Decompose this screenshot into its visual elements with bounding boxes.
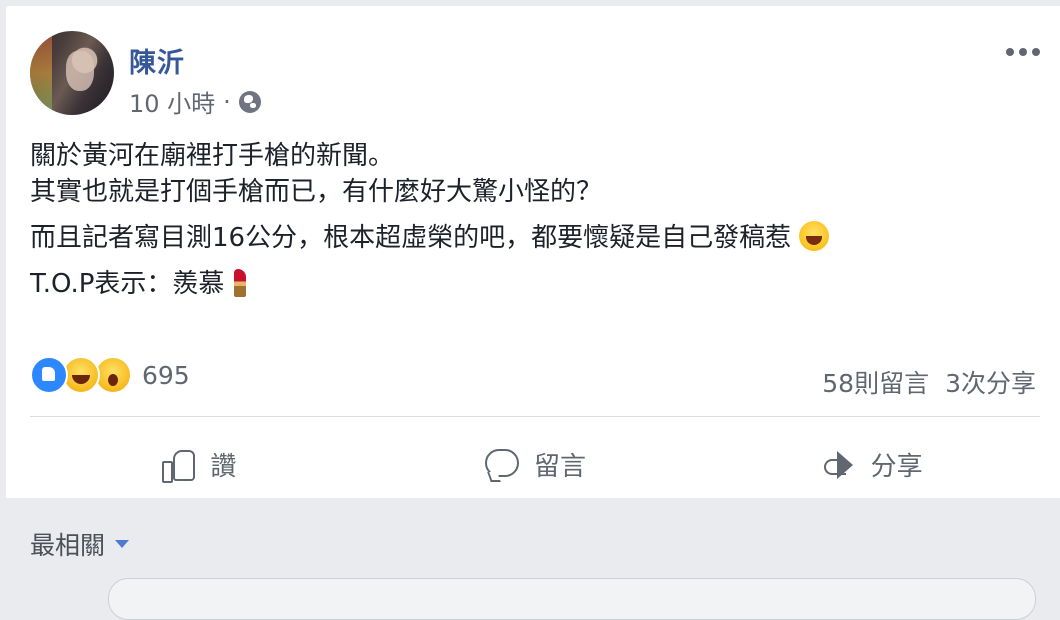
post-line-text: T.O.P表示：羨慕 [30, 269, 225, 299]
post-line-text: 而且記者寫目測16公分，根本超虛榮的吧，都要懷疑是自己發稿惹 [30, 223, 792, 253]
more-options-icon[interactable] [1006, 48, 1040, 56]
share-label: 分享 [870, 451, 923, 482]
chevron-down-icon [115, 540, 130, 548]
like-reaction-icon [30, 356, 68, 394]
comment-button[interactable]: 留言 [367, 424, 704, 504]
share-count-link[interactable]: 3次分享 [945, 364, 1036, 400]
sort-label: 最相關 [30, 531, 106, 560]
share-button[interactable]: 分享 [703, 424, 1040, 504]
post-line: T.O.P表示：羨慕 [30, 266, 1030, 302]
comment-input[interactable] [108, 578, 1036, 620]
globe-icon[interactable] [238, 90, 261, 113]
post-timestamp[interactable]: 10 小時 [129, 84, 215, 119]
post-line: 其實也就是打個手槍而已，有什麼好大驚小怪的？ [30, 177, 603, 207]
lipstick-emoji [234, 269, 247, 297]
reaction-count[interactable]: 695 [142, 361, 190, 390]
comment-sort-dropdown[interactable]: 最相關 [30, 526, 130, 562]
like-label: 讚 [210, 451, 237, 482]
post-card: 陳沂 10 小時 · 關於黃河在廟裡打手槍的新聞。 其實也就是打個手槍而已，有什… [6, 6, 1060, 498]
comment-label: 留言 [534, 451, 587, 482]
laughing-tears-emoji [799, 221, 830, 251]
like-button[interactable]: 讚 [30, 424, 367, 504]
divider [30, 416, 1040, 417]
author-name[interactable]: 陳沂 [129, 41, 185, 80]
comment-bubble-icon [484, 447, 520, 481]
post-line: 關於黃河在廟裡打手槍的新聞。 [30, 141, 395, 171]
post-meta: 10 小時 · [129, 84, 261, 119]
action-bar: 讚 留言 分享 [30, 424, 1040, 504]
post-body: 關於黃河在廟裡打手槍的新聞。 其實也就是打個手槍而已，有什麼好大驚小怪的？ 而且… [30, 138, 1030, 302]
thumbs-up-icon [160, 447, 196, 483]
share-arrow-icon [821, 447, 857, 481]
post-line: 而且記者寫目測16公分，根本超虛榮的吧，都要懷疑是自己發稿惹 [30, 220, 1030, 256]
author-avatar[interactable] [30, 31, 114, 115]
engagement-stats: 58則留言 3次分享 [822, 364, 1036, 400]
meta-separator: · [223, 87, 231, 116]
reactions-summary[interactable]: 695 [30, 356, 190, 394]
comment-count-link[interactable]: 58則留言 [822, 364, 929, 400]
